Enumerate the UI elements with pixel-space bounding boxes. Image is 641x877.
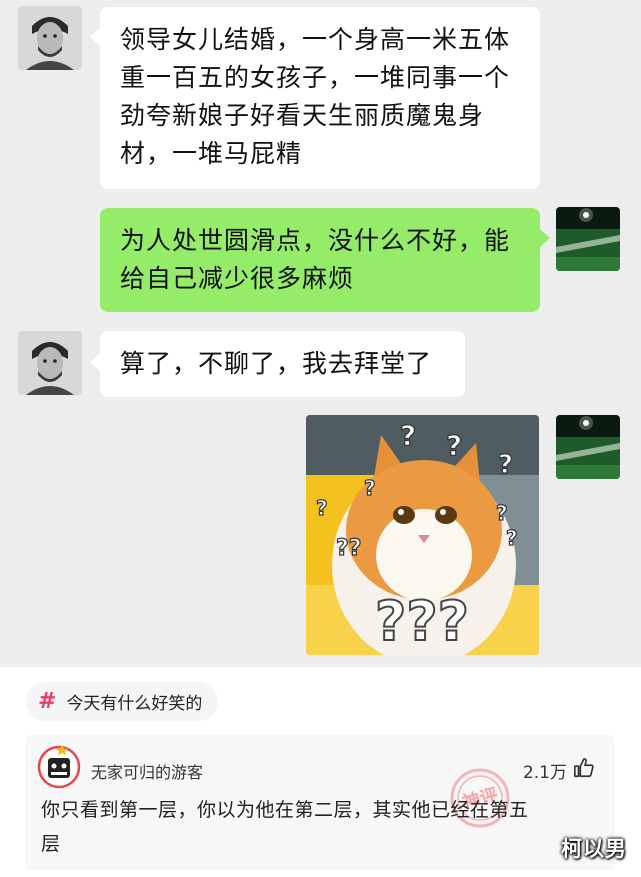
bubble-tail [540,229,550,247]
svg-text:?: ? [506,526,518,550]
commenter-username[interactable]: 无家可归的游客 [91,759,203,783]
svg-text:?: ? [446,429,462,462]
message-line: 劲夸新娘子好看天生丽质魔鬼身 [120,101,485,130]
thumbs-up-icon[interactable] [573,757,595,783]
incoming-message-bubble[interactable]: 领导女儿结婚，一个身高一米五体 重一百五的女孩子，一堆同事一个 劲夸新娘子好看天… [100,7,540,189]
bubble-tail [539,436,549,454]
hashtag-icon: # [38,689,57,714]
watermark: 柯以男 [561,837,627,861]
like-control[interactable]: 2.1万 [523,757,595,783]
svg-text:?: ? [400,419,416,452]
message-line: 算了，不聊了，我去拜堂了 [120,349,433,378]
message-line: 材，一堆马屁精 [120,139,303,168]
contact-avatar[interactable] [18,6,82,70]
contact-avatar[interactable] [18,331,82,395]
my-avatar[interactable] [556,415,620,479]
svg-text:?: ? [496,501,508,525]
svg-text:??: ?? [336,536,362,561]
comment-line: 你只看到第一层，你以为他在第二层，其实他已经在第五 [41,799,529,821]
bubble-tail [90,353,100,371]
my-avatar[interactable] [556,207,620,271]
like-count: 2.1万 [522,762,567,783]
svg-text:?: ? [364,476,376,500]
commenter-avatar[interactable] [37,744,81,789]
comment-line: 层 [41,833,61,855]
svg-text:?: ? [316,496,328,520]
comment-text: 你只看到第一层，你以为他在第二层，其实他已经在第五 层 [41,793,601,861]
cat-sticker-image[interactable]: ??? ? ? ? ? ? ?? ? ? [306,415,539,655]
message-line: 领导女儿结婚，一个身高一米五体 [120,25,511,54]
chat-area: 领导女儿结婚，一个身高一米五体 重一百五的女孩子，一堆同事一个 劲夸新娘子好看天… [0,0,641,667]
sticker-caption: ??? [375,590,469,653]
bubble-tail [90,28,100,46]
comment-card: 无家可归的游客 神评 2.1万 你只看到第一层，你以为他在第二层，其实他已经在第… [25,735,615,870]
svg-text:?: ? [498,450,513,480]
incoming-message-bubble[interactable]: 算了，不聊了，我去拜堂了 [100,331,465,397]
topic-hashtag-chip[interactable]: # 今天有什么好笑的 [26,682,219,721]
message-line: 重一百五的女孩子，一堆同事一个 [120,63,511,92]
outgoing-message-bubble[interactable]: 为人处世圆滑点，没什么不好，能 给自己减少很多麻烦 [100,208,540,312]
message-line: 为人处世圆滑点，没什么不好，能 [120,226,511,255]
message-line: 给自己减少很多麻烦 [120,264,355,293]
topic-label: 今天有什么好笑的 [66,694,203,714]
